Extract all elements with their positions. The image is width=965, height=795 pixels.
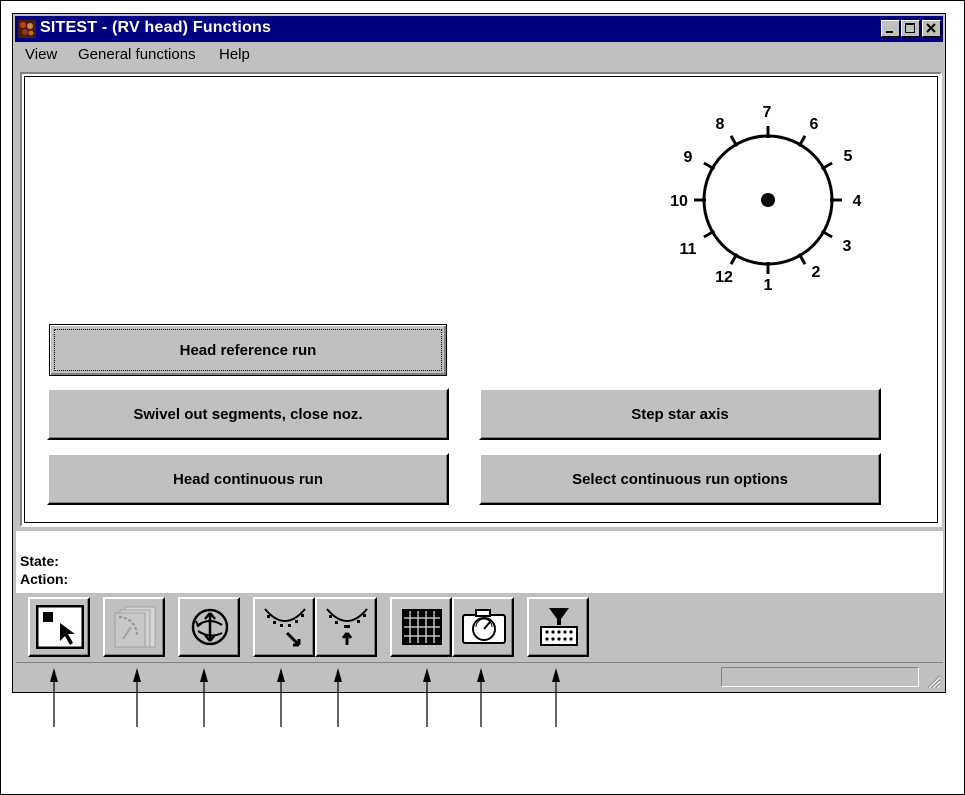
- annotation-arrowhead: [50, 668, 58, 682]
- annotation-arrowhead: [200, 668, 208, 682]
- annotation-arrowhead: [133, 668, 141, 682]
- annotation-arrowhead: [423, 668, 431, 682]
- annotation-arrowhead: [277, 668, 285, 682]
- annotation-arrowhead: [334, 668, 342, 682]
- annotation-arrows: [50, 668, 560, 727]
- annotation-arrowhead: [552, 668, 560, 682]
- annotation-arrowhead: [477, 668, 485, 682]
